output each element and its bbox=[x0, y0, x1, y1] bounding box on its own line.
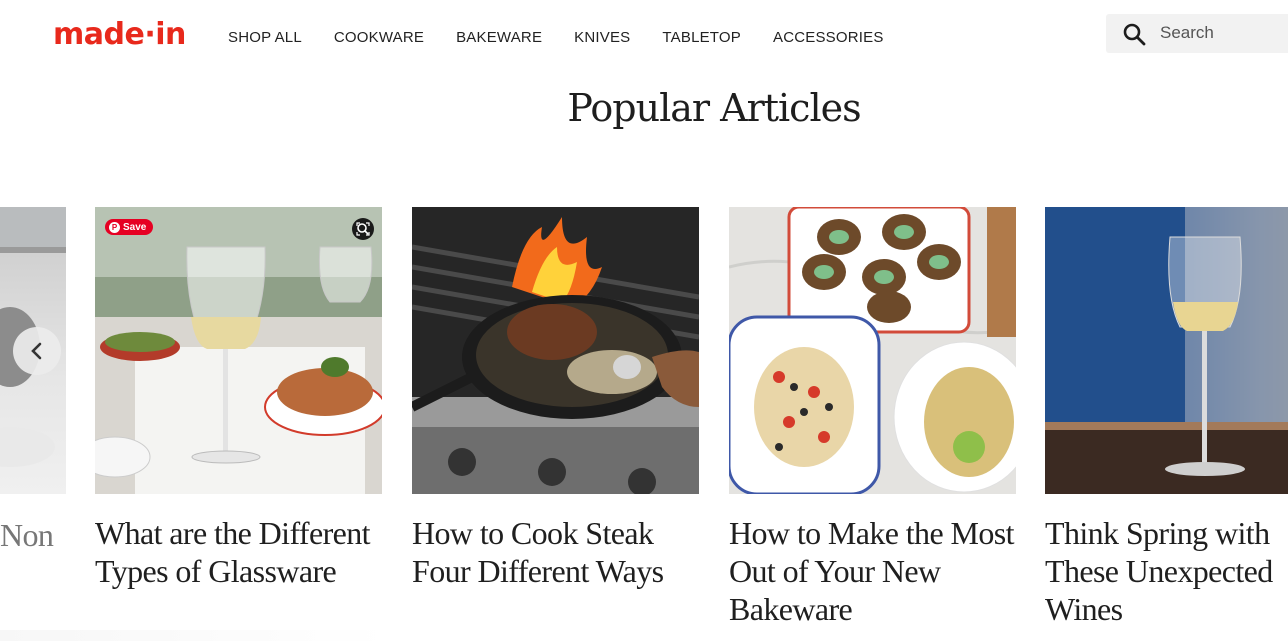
visual-search-icon[interactable] bbox=[352, 218, 374, 240]
article-image[interactable] bbox=[412, 207, 699, 494]
save-label: Save bbox=[123, 221, 147, 233]
article-card[interactable]: How to Make the Most Out of Your New Bak… bbox=[729, 207, 1016, 628]
pinterest-icon: P bbox=[109, 221, 120, 233]
nav-cookware[interactable]: COOKWARE bbox=[334, 28, 424, 48]
nav-knives[interactable]: KNIVES bbox=[574, 28, 630, 48]
chevron-left-icon bbox=[31, 342, 42, 360]
carousel-prev-button[interactable] bbox=[13, 327, 61, 375]
nav-bakeware[interactable]: BAKEWARE bbox=[456, 28, 542, 48]
pinterest-save-button[interactable]: P Save bbox=[105, 219, 154, 235]
page-title: Popular Articles bbox=[567, 86, 861, 130]
article-title[interactable]: How to Cook Steak Four Different Ways bbox=[412, 514, 699, 590]
brand-logo[interactable]: made·in bbox=[53, 16, 186, 54]
nav-accessories[interactable]: ACCESSORIES bbox=[773, 28, 884, 48]
main-nav: SHOP ALL COOKWARE BAKEWARE KNIVES TABLET… bbox=[228, 28, 916, 48]
search-icon[interactable] bbox=[1122, 22, 1146, 46]
search-box[interactable] bbox=[1106, 14, 1288, 53]
article-image[interactable]: P Save bbox=[95, 207, 382, 494]
article-image[interactable] bbox=[1045, 207, 1288, 494]
nav-shop-all[interactable]: SHOP ALL bbox=[228, 28, 302, 48]
site-header: made·in SHOP ALL COOKWARE BAKEWARE KNIVE… bbox=[0, 0, 1288, 75]
article-title[interactable]: Think Spring with These Unexpected Wines bbox=[1045, 514, 1288, 628]
search-input[interactable] bbox=[1160, 21, 1280, 45]
article-card[interactable]: How to Cook Steak Four Different Ways bbox=[412, 207, 699, 590]
nav-tabletop[interactable]: TABLETOP bbox=[662, 28, 741, 48]
partial-card-title[interactable]: Non bbox=[0, 516, 54, 554]
article-image[interactable] bbox=[729, 207, 1016, 494]
article-card[interactable]: P Save What are the Different Types of G… bbox=[95, 207, 382, 590]
article-card[interactable]: Think Spring with These Unexpected Wines bbox=[1045, 207, 1288, 628]
article-title[interactable]: How to Make the Most Out of Your New Bak… bbox=[729, 514, 1016, 628]
article-title[interactable]: What are the Different Types of Glasswar… bbox=[95, 514, 382, 590]
scroll-shadow bbox=[0, 630, 390, 641]
